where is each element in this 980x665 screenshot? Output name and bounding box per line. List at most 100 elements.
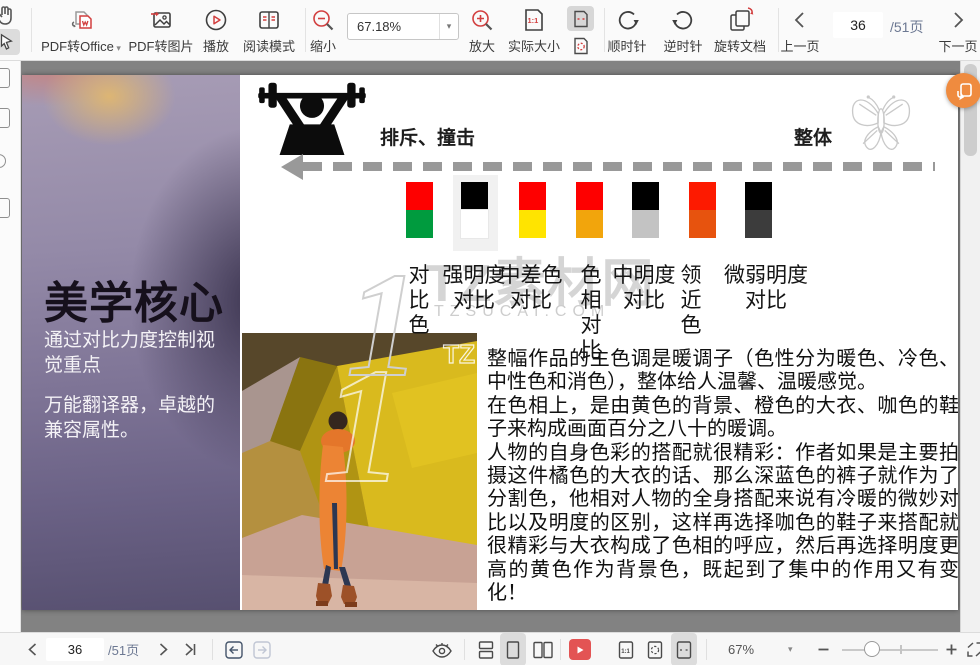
rotate-document-icon	[708, 5, 772, 35]
bottom-next-page-button[interactable]	[152, 633, 174, 665]
zoom-slider-plus-button[interactable]	[942, 633, 960, 665]
page-number-input[interactable]: 36	[833, 12, 883, 38]
swatch-color	[460, 209, 489, 239]
zoom-in-icon	[463, 5, 501, 35]
select-tool-button[interactable]	[0, 29, 20, 55]
sidebar-tool-icon[interactable]	[0, 198, 10, 218]
zoom-slider-tick	[900, 645, 902, 654]
bottom-fit-width-button[interactable]	[671, 633, 697, 665]
prev-page-button[interactable]: 上一页	[778, 5, 822, 55]
actual-size-icon: 1:1	[506, 5, 562, 35]
bottom-prev-page-button[interactable]	[22, 633, 44, 665]
rotate-ccw-button[interactable]: 逆时针	[658, 5, 708, 55]
swatch-color	[519, 182, 546, 210]
divider	[31, 8, 32, 52]
fit-width-button[interactable]	[567, 6, 594, 31]
rotate-cw-button[interactable]: 顺时针	[602, 5, 652, 55]
fit-page-button[interactable]	[567, 33, 594, 58]
last-page-button[interactable]	[178, 633, 202, 665]
swatch-color	[406, 182, 433, 210]
bottom-zoom-caret-icon[interactable]: ▾	[788, 633, 793, 665]
swatch-color	[745, 182, 772, 210]
reading-mode-label: 阅读模式	[242, 39, 295, 54]
pdf-to-image-button[interactable]: PDF转图片	[126, 5, 196, 55]
swatch-pair-2	[460, 182, 489, 239]
sidebar-tool-icon[interactable]	[0, 68, 10, 88]
bottom-page-number-input[interactable]: 36	[46, 638, 104, 661]
pdf-reader-app: PDF转Office ▾ PDF转图片 播放 阅读模式 缩小 67.18% ▾ …	[0, 0, 980, 665]
next-page-button[interactable]: 下一页	[936, 5, 980, 55]
divider	[464, 639, 465, 660]
dashed-arrow-head	[281, 154, 303, 180]
zoom-out-icon	[304, 5, 342, 35]
whole-label: 整体	[794, 128, 833, 149]
divider	[560, 639, 561, 660]
prev-page-label: 上一页	[780, 39, 820, 54]
next-view-button[interactable]	[250, 633, 274, 665]
slide-note: 万能翻译器，卓越的兼容属性。	[44, 395, 216, 442]
bottom-fit-page-button[interactable]	[642, 633, 668, 665]
chevron-right-icon	[936, 5, 980, 35]
fit-width-icon	[567, 6, 594, 31]
rotate-ccw-icon	[658, 5, 708, 35]
top-toolbar: PDF转Office ▾ PDF转图片 播放 阅读模式 缩小 67.18% ▾ …	[0, 0, 980, 61]
pdf-to-office-icon	[38, 5, 124, 35]
play-icon	[198, 5, 234, 35]
zoom-slider-minus-button[interactable]	[814, 633, 832, 665]
swatch-color	[576, 182, 603, 210]
swatch-color	[689, 182, 716, 210]
zoom-slider-track[interactable]	[842, 649, 938, 651]
slide-title: 美学核心	[44, 279, 224, 328]
swatch-color	[689, 210, 716, 238]
analysis-paragraph: 整幅作品的主色调是暖调子（色性分为暖色、冷色、中性色和消色），整体给人温馨、温暖…	[487, 348, 958, 605]
zoom-slider-knob[interactable]	[864, 641, 880, 657]
bottom-actual-size-button[interactable]: 1:1	[613, 633, 639, 665]
slideshow-play-button[interactable]	[569, 633, 591, 665]
swatch-color	[576, 210, 603, 238]
single-page-view-button[interactable]	[500, 633, 526, 665]
rotate-cw-label: 顺时针	[607, 39, 647, 54]
sidebar-tool-icon[interactable]	[0, 108, 10, 128]
dropdown-caret-icon: ▾	[113, 43, 121, 53]
left-sidebar-strip	[0, 60, 21, 632]
rotate-cw-icon	[602, 5, 652, 35]
chevron-left-icon	[778, 5, 822, 35]
zoom-in-button[interactable]: 放大	[463, 5, 501, 55]
translate-fab-button[interactable]	[946, 73, 980, 108]
document-page: 1 TZ素材网 TZSUCAI.COM 美学核心 通过对比力度控制视觉重点 万能…	[22, 75, 958, 610]
slide-subtitle: 通过对比力度控制视觉重点	[44, 330, 216, 377]
swatch-pair-3	[519, 182, 546, 238]
swatch-pair-5	[632, 182, 659, 238]
actual-size-button[interactable]: 1:1 实际大小	[506, 5, 562, 55]
hand-tool-icon[interactable]	[0, 3, 17, 32]
zoom-select-caret-icon[interactable]: ▾	[439, 14, 458, 39]
zoom-level-value: 67.18%	[357, 19, 402, 34]
swatch-label-4: 色相对比	[580, 263, 602, 362]
fullscreen-button[interactable]	[964, 633, 980, 665]
reading-mode-icon	[240, 5, 298, 35]
svg-text:1:1: 1:1	[528, 16, 539, 25]
zoom-level-select[interactable]: 67.18% ▾	[347, 13, 459, 40]
eye-protect-button[interactable]	[428, 633, 456, 665]
scroll-view-button[interactable]	[474, 633, 498, 665]
swatch-label-3: 中差色对比	[499, 263, 563, 312]
swatch-pair-4	[576, 182, 603, 238]
swatch-label-7: 微弱明度对比	[724, 263, 808, 312]
butterfly-icon	[848, 83, 914, 164]
two-page-view-button[interactable]	[529, 633, 557, 665]
vertical-scrollbar[interactable]	[960, 60, 980, 632]
rotate-document-button[interactable]: 旋转文档	[708, 5, 772, 55]
play-button[interactable]: 播放	[198, 5, 234, 55]
reading-mode-button[interactable]: 阅读模式	[240, 5, 298, 55]
sidebar-tool-icon[interactable]	[0, 154, 6, 168]
actual-size-label: 实际大小	[507, 39, 560, 54]
pdf-to-office-button[interactable]: PDF转Office ▾	[38, 5, 124, 55]
bottom-zoom-value: 67%	[728, 642, 755, 657]
previous-view-button[interactable]	[222, 633, 246, 665]
zoom-out-button[interactable]: 缩小	[304, 5, 342, 55]
zoom-in-label: 放大	[468, 39, 495, 54]
rotate-document-label: 旋转文档	[713, 39, 766, 54]
svg-text:1:1: 1:1	[621, 649, 630, 655]
impact-label: 排斥、撞击	[380, 128, 476, 149]
swatch-label-5: 中明度对比	[612, 263, 676, 312]
